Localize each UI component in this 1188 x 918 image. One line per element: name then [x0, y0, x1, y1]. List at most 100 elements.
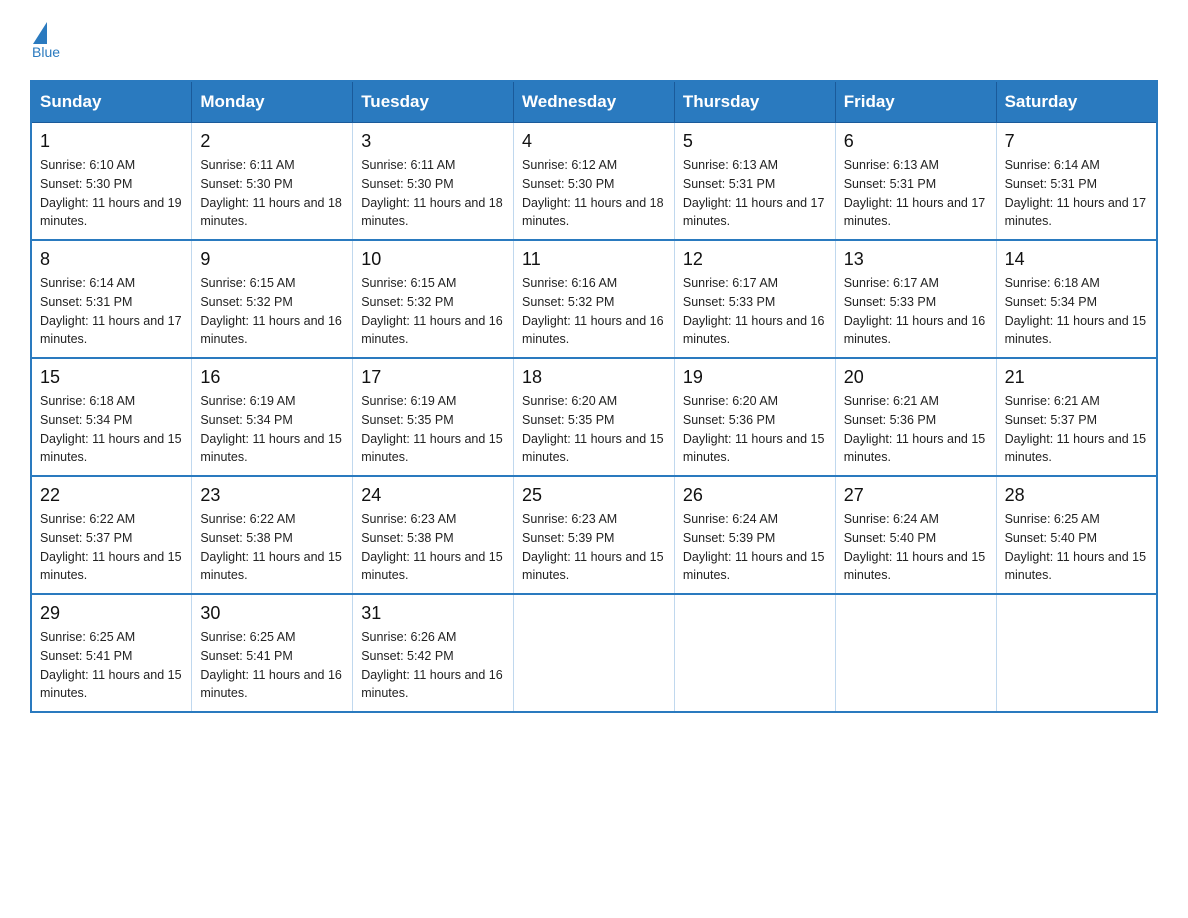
page-header: Blue — [30, 20, 1158, 60]
day-info: Sunrise: 6:14 AMSunset: 5:31 PMDaylight:… — [40, 276, 182, 346]
day-info: Sunrise: 6:25 AMSunset: 5:40 PMDaylight:… — [1005, 512, 1147, 582]
calendar-cell — [835, 594, 996, 712]
calendar-cell: 16 Sunrise: 6:19 AMSunset: 5:34 PMDaylig… — [192, 358, 353, 476]
day-number: 10 — [361, 249, 505, 270]
calendar-header-tuesday: Tuesday — [353, 81, 514, 123]
day-info: Sunrise: 6:11 AMSunset: 5:30 PMDaylight:… — [200, 158, 342, 228]
calendar-cell — [674, 594, 835, 712]
calendar-header-thursday: Thursday — [674, 81, 835, 123]
day-number: 23 — [200, 485, 344, 506]
calendar-cell: 14 Sunrise: 6:18 AMSunset: 5:34 PMDaylig… — [996, 240, 1157, 358]
day-info: Sunrise: 6:22 AMSunset: 5:37 PMDaylight:… — [40, 512, 182, 582]
day-number: 29 — [40, 603, 183, 624]
calendar-cell: 28 Sunrise: 6:25 AMSunset: 5:40 PMDaylig… — [996, 476, 1157, 594]
calendar-cell: 6 Sunrise: 6:13 AMSunset: 5:31 PMDayligh… — [835, 123, 996, 241]
calendar-cell: 12 Sunrise: 6:17 AMSunset: 5:33 PMDaylig… — [674, 240, 835, 358]
calendar-table: SundayMondayTuesdayWednesdayThursdayFrid… — [30, 80, 1158, 713]
day-info: Sunrise: 6:25 AMSunset: 5:41 PMDaylight:… — [40, 630, 182, 700]
day-info: Sunrise: 6:16 AMSunset: 5:32 PMDaylight:… — [522, 276, 664, 346]
day-number: 11 — [522, 249, 666, 270]
calendar-cell: 17 Sunrise: 6:19 AMSunset: 5:35 PMDaylig… — [353, 358, 514, 476]
day-info: Sunrise: 6:23 AMSunset: 5:38 PMDaylight:… — [361, 512, 503, 582]
day-number: 9 — [200, 249, 344, 270]
calendar-week-row: 29 Sunrise: 6:25 AMSunset: 5:41 PMDaylig… — [31, 594, 1157, 712]
calendar-cell: 5 Sunrise: 6:13 AMSunset: 5:31 PMDayligh… — [674, 123, 835, 241]
calendar-cell: 29 Sunrise: 6:25 AMSunset: 5:41 PMDaylig… — [31, 594, 192, 712]
day-number: 15 — [40, 367, 183, 388]
day-number: 25 — [522, 485, 666, 506]
calendar-cell: 9 Sunrise: 6:15 AMSunset: 5:32 PMDayligh… — [192, 240, 353, 358]
day-number: 12 — [683, 249, 827, 270]
day-info: Sunrise: 6:11 AMSunset: 5:30 PMDaylight:… — [361, 158, 503, 228]
day-number: 31 — [361, 603, 505, 624]
day-info: Sunrise: 6:23 AMSunset: 5:39 PMDaylight:… — [522, 512, 664, 582]
day-number: 21 — [1005, 367, 1148, 388]
calendar-header-monday: Monday — [192, 81, 353, 123]
day-number: 2 — [200, 131, 344, 152]
calendar-cell: 2 Sunrise: 6:11 AMSunset: 5:30 PMDayligh… — [192, 123, 353, 241]
day-number: 4 — [522, 131, 666, 152]
calendar-cell: 10 Sunrise: 6:15 AMSunset: 5:32 PMDaylig… — [353, 240, 514, 358]
day-info: Sunrise: 6:24 AMSunset: 5:39 PMDaylight:… — [683, 512, 825, 582]
calendar-cell: 18 Sunrise: 6:20 AMSunset: 5:35 PMDaylig… — [514, 358, 675, 476]
calendar-week-row: 1 Sunrise: 6:10 AMSunset: 5:30 PMDayligh… — [31, 123, 1157, 241]
day-info: Sunrise: 6:15 AMSunset: 5:32 PMDaylight:… — [361, 276, 503, 346]
day-number: 28 — [1005, 485, 1148, 506]
calendar-cell: 24 Sunrise: 6:23 AMSunset: 5:38 PMDaylig… — [353, 476, 514, 594]
calendar-cell — [996, 594, 1157, 712]
calendar-header-wednesday: Wednesday — [514, 81, 675, 123]
day-number: 18 — [522, 367, 666, 388]
day-info: Sunrise: 6:21 AMSunset: 5:36 PMDaylight:… — [844, 394, 986, 464]
day-info: Sunrise: 6:12 AMSunset: 5:30 PMDaylight:… — [522, 158, 664, 228]
day-number: 8 — [40, 249, 183, 270]
calendar-cell: 30 Sunrise: 6:25 AMSunset: 5:41 PMDaylig… — [192, 594, 353, 712]
logo-tagline: Blue — [32, 44, 60, 60]
day-number: 24 — [361, 485, 505, 506]
calendar-header-sunday: Sunday — [31, 81, 192, 123]
calendar-cell: 26 Sunrise: 6:24 AMSunset: 5:39 PMDaylig… — [674, 476, 835, 594]
day-info: Sunrise: 6:13 AMSunset: 5:31 PMDaylight:… — [844, 158, 986, 228]
day-number: 26 — [683, 485, 827, 506]
calendar-cell: 31 Sunrise: 6:26 AMSunset: 5:42 PMDaylig… — [353, 594, 514, 712]
calendar-cell: 7 Sunrise: 6:14 AMSunset: 5:31 PMDayligh… — [996, 123, 1157, 241]
calendar-week-row: 22 Sunrise: 6:22 AMSunset: 5:37 PMDaylig… — [31, 476, 1157, 594]
day-number: 13 — [844, 249, 988, 270]
day-info: Sunrise: 6:15 AMSunset: 5:32 PMDaylight:… — [200, 276, 342, 346]
day-number: 6 — [844, 131, 988, 152]
logo-triangle-icon — [33, 22, 47, 44]
day-info: Sunrise: 6:13 AMSunset: 5:31 PMDaylight:… — [683, 158, 825, 228]
calendar-cell: 22 Sunrise: 6:22 AMSunset: 5:37 PMDaylig… — [31, 476, 192, 594]
day-info: Sunrise: 6:17 AMSunset: 5:33 PMDaylight:… — [844, 276, 986, 346]
day-number: 27 — [844, 485, 988, 506]
day-number: 5 — [683, 131, 827, 152]
day-info: Sunrise: 6:20 AMSunset: 5:36 PMDaylight:… — [683, 394, 825, 464]
day-info: Sunrise: 6:22 AMSunset: 5:38 PMDaylight:… — [200, 512, 342, 582]
calendar-cell: 15 Sunrise: 6:18 AMSunset: 5:34 PMDaylig… — [31, 358, 192, 476]
day-number: 22 — [40, 485, 183, 506]
calendar-week-row: 8 Sunrise: 6:14 AMSunset: 5:31 PMDayligh… — [31, 240, 1157, 358]
day-info: Sunrise: 6:26 AMSunset: 5:42 PMDaylight:… — [361, 630, 503, 700]
calendar-cell: 23 Sunrise: 6:22 AMSunset: 5:38 PMDaylig… — [192, 476, 353, 594]
day-number: 30 — [200, 603, 344, 624]
calendar-cell: 25 Sunrise: 6:23 AMSunset: 5:39 PMDaylig… — [514, 476, 675, 594]
day-info: Sunrise: 6:10 AMSunset: 5:30 PMDaylight:… — [40, 158, 182, 228]
day-number: 1 — [40, 131, 183, 152]
calendar-header-friday: Friday — [835, 81, 996, 123]
calendar-cell — [514, 594, 675, 712]
calendar-cell: 20 Sunrise: 6:21 AMSunset: 5:36 PMDaylig… — [835, 358, 996, 476]
day-info: Sunrise: 6:20 AMSunset: 5:35 PMDaylight:… — [522, 394, 664, 464]
calendar-cell: 21 Sunrise: 6:21 AMSunset: 5:37 PMDaylig… — [996, 358, 1157, 476]
day-number: 3 — [361, 131, 505, 152]
calendar-cell: 1 Sunrise: 6:10 AMSunset: 5:30 PMDayligh… — [31, 123, 192, 241]
calendar-cell: 13 Sunrise: 6:17 AMSunset: 5:33 PMDaylig… — [835, 240, 996, 358]
calendar-cell: 4 Sunrise: 6:12 AMSunset: 5:30 PMDayligh… — [514, 123, 675, 241]
calendar-cell: 19 Sunrise: 6:20 AMSunset: 5:36 PMDaylig… — [674, 358, 835, 476]
day-info: Sunrise: 6:14 AMSunset: 5:31 PMDaylight:… — [1005, 158, 1147, 228]
day-info: Sunrise: 6:17 AMSunset: 5:33 PMDaylight:… — [683, 276, 825, 346]
calendar-cell: 11 Sunrise: 6:16 AMSunset: 5:32 PMDaylig… — [514, 240, 675, 358]
day-info: Sunrise: 6:19 AMSunset: 5:34 PMDaylight:… — [200, 394, 342, 464]
day-info: Sunrise: 6:25 AMSunset: 5:41 PMDaylight:… — [200, 630, 342, 700]
day-info: Sunrise: 6:19 AMSunset: 5:35 PMDaylight:… — [361, 394, 503, 464]
logo: Blue — [30, 20, 60, 60]
day-number: 16 — [200, 367, 344, 388]
